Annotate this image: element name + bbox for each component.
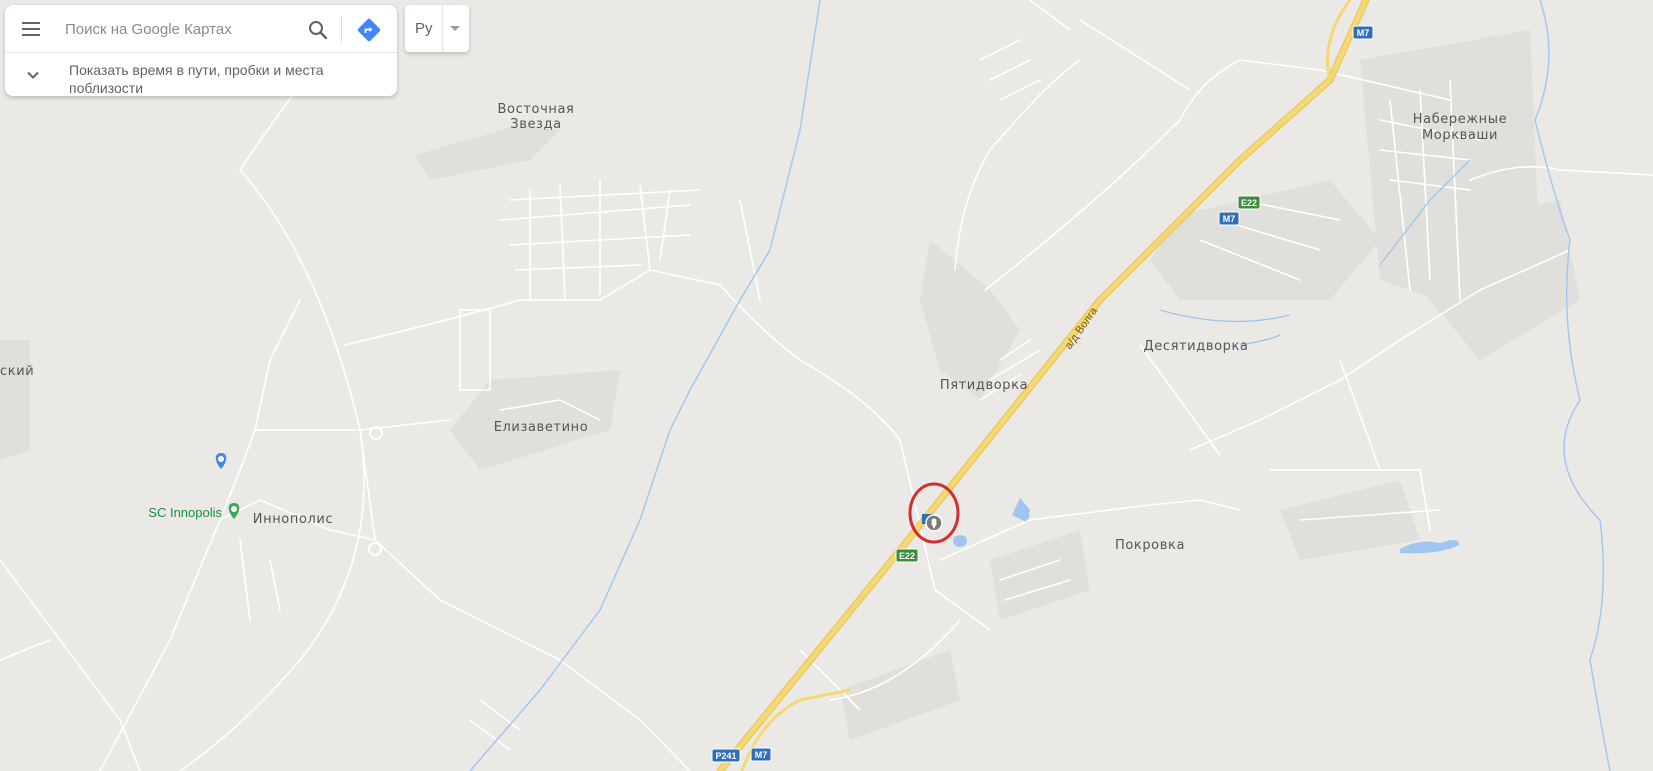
place-label: Иннополис (253, 512, 333, 527)
place-label: Набережные (1413, 112, 1507, 127)
search-input[interactable] (65, 17, 285, 41)
language-switcher: Ру (405, 5, 469, 52)
shield-m7-mid: M7 (1218, 211, 1240, 226)
directions-icon[interactable] (357, 18, 381, 42)
svg-text:M7: M7 (1223, 214, 1236, 224)
place-label: Звезда (510, 117, 561, 132)
svg-text:E22: E22 (1241, 198, 1257, 208)
search-row (5, 5, 397, 53)
search-divider (341, 16, 342, 42)
menu-icon[interactable] (19, 17, 43, 41)
place-label: Моркваши (1422, 128, 1498, 143)
chevron-down-icon[interactable] (25, 67, 41, 83)
caret-down-icon[interactable] (450, 26, 460, 31)
shield-p241: P241 (711, 748, 741, 763)
shield-m7-bottom: M7 (750, 747, 772, 762)
poi-label: SC Innopolis (148, 505, 222, 520)
expand-row[interactable]: Показать время в пути, пробки и места по… (5, 53, 397, 96)
svg-text:P241: P241 (715, 751, 736, 761)
language-label[interactable]: Ру (415, 20, 433, 37)
svg-text:M7: M7 (755, 750, 768, 760)
shield-e22-bottom: E22 (895, 548, 919, 563)
expand-text: Показать время в пути, пробки и места по… (69, 62, 324, 96)
svg-text:M7: M7 (1357, 28, 1370, 38)
place-label: Елизаветино (494, 420, 589, 435)
place-label: Пятидворка (940, 378, 1028, 393)
place-label: Восточная (498, 102, 575, 117)
shield-m7-top: M7 (1352, 25, 1374, 40)
place-label: Покровка (1115, 538, 1185, 553)
place-label: ский (0, 364, 34, 379)
map-canvas[interactable]: Восточная Звезда Набережные Моркваши Дес… (0, 0, 1653, 771)
language-separator (442, 5, 443, 52)
search-panel: Показать время в пути, пробки и места по… (5, 5, 397, 96)
shield-e22-top: E22 (1237, 195, 1261, 210)
place-label: Десятидворка (1143, 339, 1248, 354)
svg-text:E22: E22 (899, 551, 915, 561)
search-icon[interactable] (307, 19, 329, 41)
